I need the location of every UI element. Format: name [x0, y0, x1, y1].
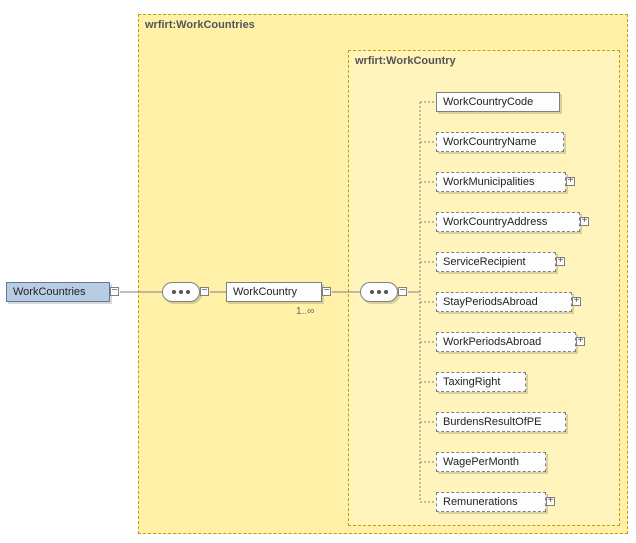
expand-child-3[interactable] [580, 217, 589, 226]
element-child-6-label: WorkPeriodsAbroad [443, 336, 541, 348]
collapse-workcountries[interactable] [110, 287, 119, 296]
element-child-1-label: WorkCountryName [443, 136, 536, 148]
element-child-4-label: ServiceRecipient [443, 256, 526, 268]
cardinality-workcountry: 1..∞ [296, 306, 314, 317]
element-child-8[interactable]: BurdensResultOfPE [436, 412, 566, 432]
element-child-4[interactable]: ServiceRecipient [436, 252, 556, 272]
element-workcountry-label: WorkCountry [233, 286, 297, 298]
element-child-8-label: BurdensResultOfPE [443, 416, 541, 428]
collapse-workcountry[interactable] [322, 287, 331, 296]
element-workcountries[interactable]: WorkCountries [6, 282, 110, 302]
collapse-compositor-2[interactable] [398, 287, 407, 296]
element-child-1[interactable]: WorkCountryName [436, 132, 564, 152]
element-child-10-label: Remunerations [443, 496, 518, 508]
element-child-3-label: WorkCountryAddress [443, 216, 547, 228]
collapse-compositor-1[interactable] [200, 287, 209, 296]
expand-child-2[interactable] [566, 177, 575, 186]
element-child-10[interactable]: Remunerations [436, 492, 546, 512]
element-child-5-label: StayPeriodsAbroad [443, 296, 538, 308]
group-workcountry-label: wrfirt:WorkCountry [355, 55, 456, 67]
sequence-compositor-2[interactable] [360, 282, 398, 302]
element-child-0-label: WorkCountryCode [443, 96, 533, 108]
expand-child-10[interactable] [546, 497, 555, 506]
element-child-2-label: WorkMunicipalities [443, 176, 535, 188]
element-child-6[interactable]: WorkPeriodsAbroad [436, 332, 576, 352]
element-child-7[interactable]: TaxingRight [436, 372, 526, 392]
element-child-9[interactable]: WagePerMonth [436, 452, 546, 472]
element-child-0[interactable]: WorkCountryCode [436, 92, 560, 112]
element-child-3[interactable]: WorkCountryAddress [436, 212, 580, 232]
element-child-2[interactable]: WorkMunicipalities [436, 172, 566, 192]
expand-child-4[interactable] [556, 257, 565, 266]
sequence-compositor-1[interactable] [162, 282, 200, 302]
group-workcountries-label: wrfirt:WorkCountries [145, 19, 255, 31]
expand-child-6[interactable] [576, 337, 585, 346]
element-child-9-label: WagePerMonth [443, 456, 519, 468]
expand-child-5[interactable] [572, 297, 581, 306]
element-workcountries-label: WorkCountries [13, 286, 86, 298]
element-child-5[interactable]: StayPeriodsAbroad [436, 292, 572, 312]
element-child-7-label: TaxingRight [443, 376, 500, 388]
element-workcountry[interactable]: WorkCountry [226, 282, 322, 302]
